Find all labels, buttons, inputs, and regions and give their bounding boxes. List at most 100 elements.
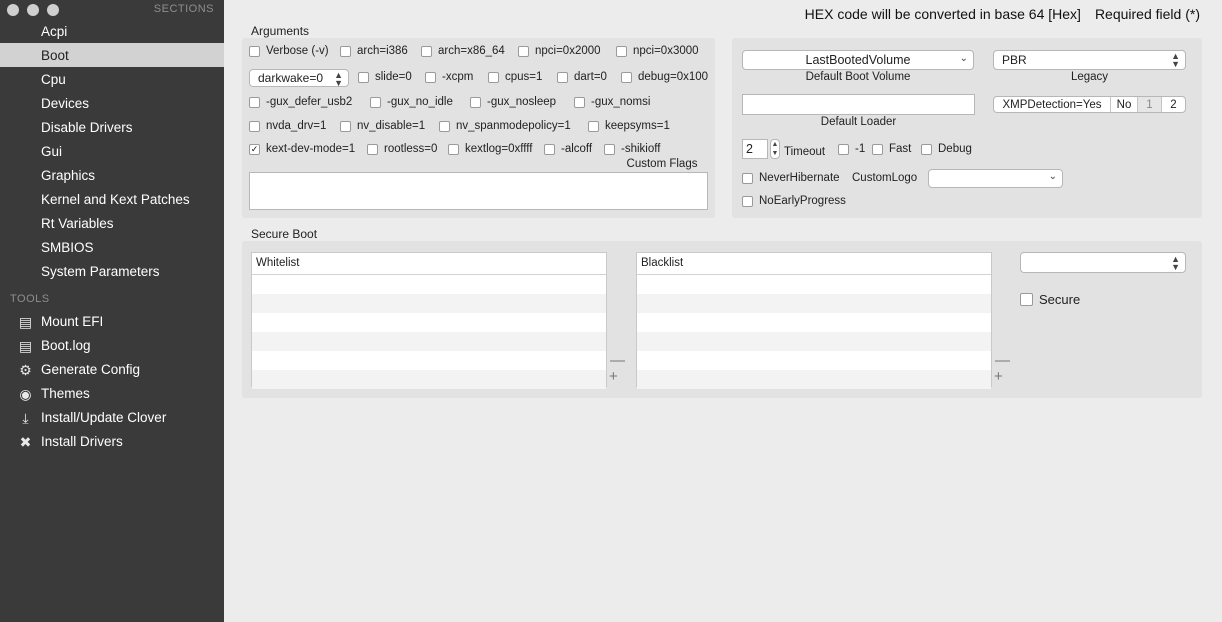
table-row[interactable] — [637, 332, 991, 351]
sidebar-item-disable-drivers[interactable]: Disable Drivers — [0, 115, 224, 139]
table-row[interactable] — [252, 370, 606, 389]
table-row[interactable] — [252, 332, 606, 351]
sections-heading: SECTIONS — [153, 3, 214, 15]
minimize-window-button[interactable] — [27, 4, 39, 16]
table-row[interactable] — [252, 294, 606, 313]
whitelist-table[interactable]: Whitelist — [251, 252, 607, 389]
sidebar-item-system-parameters[interactable]: System Parameters — [0, 259, 224, 283]
table-row[interactable] — [637, 370, 991, 389]
table-row[interactable] — [252, 275, 606, 294]
checkbox-rootless[interactable]: rootless=0 — [367, 143, 437, 155]
main-panel: HEX code will be converted in base 64 [H… — [224, 0, 1222, 622]
checkbox-gux-no-idle[interactable]: -gux_no_idle — [370, 96, 453, 108]
sidebar-item-cpu[interactable]: Cpu — [0, 67, 224, 91]
xmp-no-segment[interactable]: No — [1110, 97, 1137, 112]
sidebar-item-kernel-kext-patches[interactable]: Kernel and Kext Patches — [0, 187, 224, 211]
download-icon: ⤓ — [22, 410, 29, 426]
checkbox-debug-boot[interactable]: Debug — [921, 143, 972, 155]
checkbox-timeout-minus-one[interactable]: -1 — [838, 143, 865, 155]
default-boot-volume-label: Default Boot Volume — [805, 71, 911, 83]
checkbox-never-hibernate[interactable]: NeverHibernate — [742, 172, 840, 184]
table-row[interactable] — [637, 294, 991, 313]
table-row[interactable] — [637, 313, 991, 332]
xmp-1-segment[interactable]: 1 — [1137, 97, 1161, 112]
list-icon — [17, 48, 34, 62]
tool-themes[interactable]: ◉ Themes — [0, 381, 224, 405]
zoom-window-button[interactable] — [47, 4, 59, 16]
list-icon — [17, 96, 34, 110]
checkbox-shikioff[interactable]: -shikioff — [604, 143, 660, 155]
tool-install-drivers[interactable]: ✖ Install Drivers — [0, 429, 224, 453]
blacklist-add-button[interactable]: + — [994, 369, 1003, 384]
table-row[interactable] — [637, 275, 991, 294]
checkbox-kextlog[interactable]: kextlog=0xffff — [448, 143, 532, 155]
required-note: Required field (*) — [1094, 6, 1200, 22]
checkbox-slide[interactable]: slide=0 — [358, 71, 412, 83]
custom-flags-field[interactable] — [249, 172, 708, 210]
xmp-2-segment[interactable]: 2 — [1161, 97, 1185, 112]
window-controls — [7, 4, 59, 16]
whitelist-add-button[interactable]: + — [609, 369, 618, 384]
tool-generate-config[interactable]: ⚙ Generate Config — [0, 357, 224, 381]
checkbox-no-early-progress[interactable]: NoEarlyProgress — [742, 195, 846, 207]
sidebar-item-devices[interactable]: Devices — [0, 91, 224, 115]
blacklist-remove-button[interactable]: — — [995, 353, 1010, 368]
checkbox-gux-defer-usb2[interactable]: -gux_defer_usb2 — [249, 96, 352, 108]
sidebar-item-graphics[interactable]: Graphics — [0, 163, 224, 187]
default-loader-field[interactable] — [742, 94, 975, 115]
checkbox-debug[interactable]: debug=0x100 — [621, 71, 708, 83]
sidebar-item-boot[interactable]: Boot — [0, 43, 224, 67]
checkbox-gux-nosleep[interactable]: -gux_nosleep — [470, 96, 556, 108]
timeout-field[interactable]: 2 — [742, 139, 768, 159]
checkbox-arch-x86-64[interactable]: arch=x86_64 — [421, 45, 505, 57]
checkbox-npci-3000[interactable]: npci=0x3000 — [616, 45, 699, 57]
list-icon — [17, 168, 34, 182]
darkwake-select[interactable]: darkwake=0 ▲ ▼ — [249, 69, 349, 88]
timeout-stepper[interactable]: ▲ ▼ — [770, 139, 780, 159]
checkbox-verbose[interactable]: Verbose (-v) — [249, 45, 329, 57]
checkbox-dart[interactable]: dart=0 — [557, 71, 607, 83]
whitelist-header: Whitelist — [252, 253, 606, 275]
default-boot-volume-select[interactable]: LastBootedVolume ⌄ — [742, 50, 974, 70]
sidebar-item-gui[interactable]: Gui — [0, 139, 224, 163]
close-window-button[interactable] — [7, 4, 19, 16]
checkbox-nv-disable[interactable]: nv_disable=1 — [340, 120, 425, 132]
checkbox-nvda-drv[interactable]: nvda_drv=1 — [249, 120, 326, 132]
sidebar-item-acpi[interactable]: Acpi — [0, 19, 224, 43]
legacy-select[interactable]: PBR ▲ ▼ — [993, 50, 1186, 70]
table-row[interactable] — [252, 351, 606, 370]
list-icon — [17, 24, 34, 38]
blacklist-table[interactable]: Blacklist — [636, 252, 992, 389]
default-loader-label: Default Loader — [820, 116, 897, 128]
mount-efi-icon: ▤ — [18, 314, 33, 330]
xmp-yes-segment[interactable]: XMPDetection=Yes — [994, 97, 1110, 112]
tool-boot-log[interactable]: ▤ Boot.log — [0, 333, 224, 357]
whitelist-remove-button[interactable]: — — [610, 353, 625, 368]
updown-arrows-icon: ▲ ▼ — [334, 70, 343, 88]
secure-boot-policy-select[interactable]: ▲ ▼ — [1020, 252, 1186, 273]
table-row[interactable] — [637, 351, 991, 370]
checkbox-kext-dev-mode[interactable]: ✓ kext-dev-mode=1 — [249, 143, 355, 155]
checkbox-cpus[interactable]: cpus=1 — [488, 71, 542, 83]
custom-logo-select[interactable]: ⌄ — [928, 169, 1063, 188]
header-notes: HEX code will be converted in base 64 [H… — [805, 6, 1200, 22]
checkbox-keepsyms[interactable]: keepsyms=1 — [588, 120, 670, 132]
sidebar-item-smbios[interactable]: SMBIOS — [0, 235, 224, 259]
chevron-down-icon: ⌄ — [959, 53, 968, 64]
tool-mount-efi[interactable]: ▤ Mount EFI — [0, 309, 224, 333]
secure-boot-title: Secure Boot — [251, 227, 318, 241]
checkbox-gux-nomsi[interactable]: -gux_nomsi — [574, 96, 650, 108]
sidebar-item-rt-variables[interactable]: Rt Variables — [0, 211, 224, 235]
timeout-label: Timeout — [784, 146, 826, 158]
checkbox-alcoff[interactable]: -alcoff — [544, 143, 592, 155]
checkbox-fast[interactable]: Fast — [872, 143, 911, 155]
checkbox-xcpm[interactable]: -xcpm — [425, 71, 473, 83]
table-row[interactable] — [252, 313, 606, 332]
checkbox-secure[interactable]: Secure — [1020, 292, 1080, 307]
tool-install-update-clover[interactable]: ⤓ Install/Update Clover — [0, 405, 224, 429]
checkbox-npci-2000[interactable]: npci=0x2000 — [518, 45, 601, 57]
checkbox-nv-spanmodepolicy[interactable]: nv_spanmodepolicy=1 — [439, 120, 571, 132]
palette-icon: ◉ — [19, 386, 32, 402]
list-icon — [17, 216, 34, 230]
checkbox-arch-i386[interactable]: arch=i386 — [340, 45, 408, 57]
